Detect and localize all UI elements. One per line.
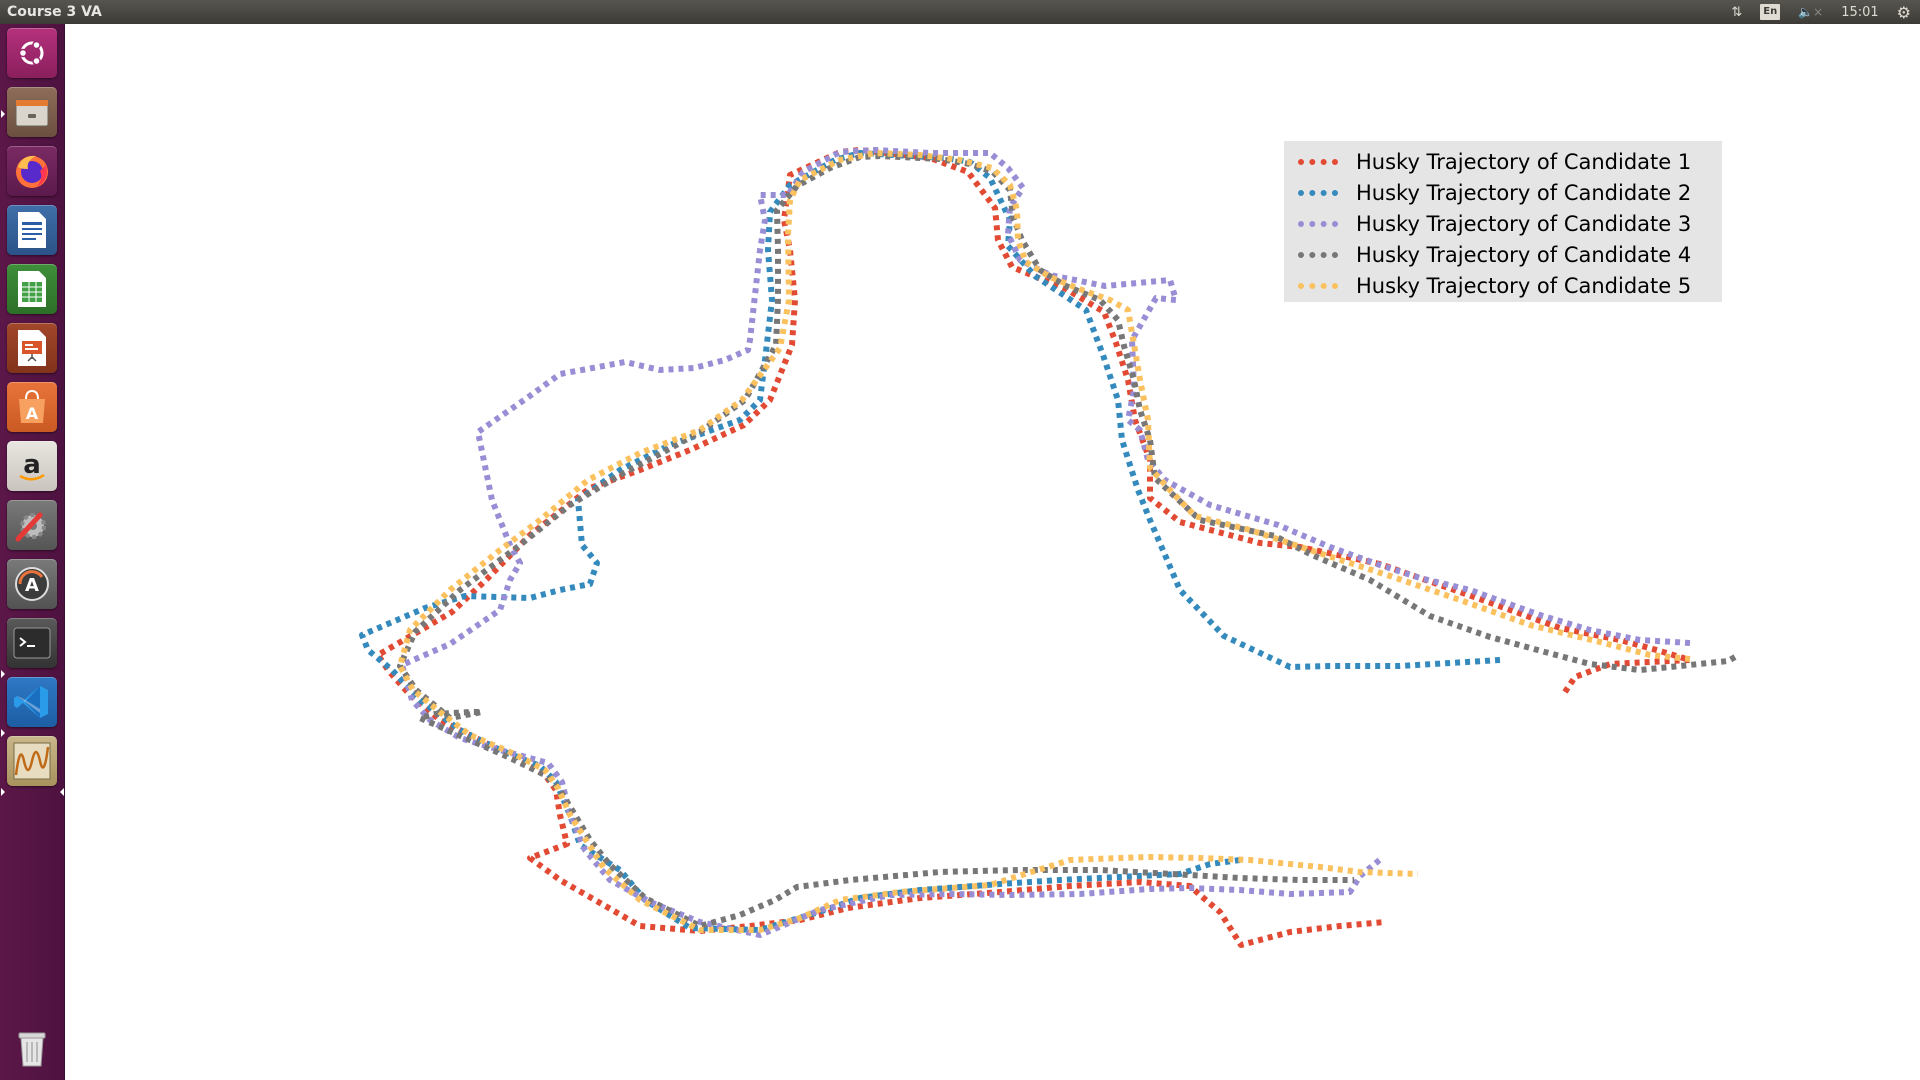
panel-indicators: ⇅ En 🔈× 15:01 ⚙ [1722,0,1920,24]
impress-icon [18,330,46,366]
legend-swatch [1298,220,1338,227]
waveform-icon [13,742,51,780]
launcher-item-vscode[interactable] [7,677,57,727]
terminal-icon [13,627,51,659]
clock-indicator[interactable]: 15:01 [1841,5,1878,20]
legend-entry: Husky Trajectory of Candidate 2 [1292,177,1714,208]
sound-muted-icon[interactable]: 🔈× [1798,5,1823,19]
keyboard-layout-icon[interactable]: En [1760,4,1781,20]
settings-tools-icon [15,512,46,542]
legend-swatch [1298,158,1338,165]
calc-icon [18,271,46,307]
system-gear-icon[interactable]: ⚙ [1897,3,1911,22]
legend-swatch [1298,189,1338,196]
network-arrows-icon[interactable]: ⇅ [1731,5,1742,20]
top-panel: Course 3 VA ⇅ En 🔈× 15:01 ⚙ [0,0,1920,24]
svg-text:A: A [26,404,39,423]
legend-entry: Husky Trajectory of Candidate 3 [1292,208,1714,239]
legend-entry: Husky Trajectory of Candidate 1 [1292,146,1714,177]
chart-legend: Husky Trajectory of Candidate 1 Husky Tr… [1284,141,1722,302]
window-title: Course 3 VA [7,4,102,20]
legend-swatch [1298,251,1338,258]
launcher-item-system-settings[interactable] [7,500,57,550]
launcher-item-ubuntu-dash[interactable] [7,28,57,78]
file-manager-icon [15,99,49,127]
svg-text:A: A [25,575,39,596]
software-updater-icon: A [15,567,49,601]
legend-label: Husky Trajectory of Candidate 5 [1356,273,1692,298]
svg-text:a: a [23,450,41,480]
launcher-item-libreoffice-calc[interactable] [7,264,57,314]
legend-entry: Husky Trajectory of Candidate 5 [1292,270,1714,301]
launcher-item-firefox[interactable] [7,146,57,196]
launcher-item-amazon[interactable]: a [7,441,57,491]
launcher-item-software-updater[interactable]: A [7,559,57,609]
ubuntu-logo-icon [18,40,44,66]
launcher-item-oscilloscope-app[interactable] [7,736,57,786]
launcher-item-ubuntu-software[interactable]: A [7,382,57,432]
firefox-icon [16,155,48,188]
vscode-icon [14,686,48,718]
legend-label: Husky Trajectory of Candidate 3 [1356,211,1692,236]
launcher-item-terminal[interactable] [7,618,57,668]
launcher-item-files[interactable] [7,87,57,137]
launcher: A a A [0,24,65,1080]
legend-label: Husky Trajectory of Candidate 2 [1356,180,1692,205]
keyboard-layout-label: En [1760,4,1781,20]
software-center-icon: A [19,389,45,423]
legend-label: Husky Trajectory of Candidate 1 [1356,149,1692,174]
legend-entry: Husky Trajectory of Candidate 4 [1292,239,1714,270]
trash-icon [18,1032,46,1067]
amazon-icon: a [19,450,45,481]
launcher-item-libreoffice-impress[interactable] [7,323,57,373]
legend-swatch [1298,282,1338,289]
launcher-item-libreoffice-writer[interactable] [7,205,57,255]
launcher-item-trash[interactable] [7,1022,57,1072]
writer-icon [18,212,46,248]
legend-label: Husky Trajectory of Candidate 4 [1356,242,1692,267]
